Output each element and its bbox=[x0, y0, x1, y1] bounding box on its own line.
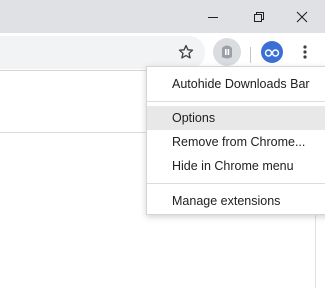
minimize-icon bbox=[208, 16, 218, 18]
menu-separator bbox=[147, 101, 325, 102]
bookmark-star-button[interactable] bbox=[172, 38, 200, 66]
star-icon bbox=[178, 44, 194, 59]
page-panel bbox=[0, 71, 152, 133]
restore-icon bbox=[254, 11, 264, 22]
three-dot-menu-icon bbox=[303, 45, 307, 59]
menu-item-manage-extensions[interactable]: Manage extensions bbox=[147, 189, 325, 213]
profile-button[interactable] bbox=[258, 38, 286, 66]
close-icon bbox=[296, 11, 308, 22]
profile-avatar bbox=[261, 41, 283, 63]
chrome-menu-button[interactable] bbox=[291, 38, 319, 66]
menu-separator bbox=[147, 183, 325, 184]
menu-item-extension-name[interactable]: Autohide Downloads Bar bbox=[147, 72, 325, 96]
page-edge-line bbox=[315, 214, 316, 288]
extension-button[interactable] bbox=[213, 38, 241, 66]
extension-context-menu: Autohide Downloads Bar Options Remove fr… bbox=[146, 66, 325, 215]
close-window-button[interactable] bbox=[279, 0, 325, 33]
title-bar bbox=[0, 0, 325, 33]
browser-toolbar bbox=[0, 33, 325, 70]
minimize-button[interactable] bbox=[190, 0, 236, 33]
restore-button[interactable] bbox=[236, 0, 282, 33]
menu-item-remove-from-chrome[interactable]: Remove from Chrome... bbox=[147, 130, 325, 154]
menu-item-hide-in-chrome-menu[interactable]: Hide in Chrome menu bbox=[147, 154, 325, 178]
toolbar-separator bbox=[250, 47, 251, 63]
extension-icon bbox=[222, 45, 232, 59]
menu-item-options[interactable]: Options bbox=[147, 106, 325, 130]
